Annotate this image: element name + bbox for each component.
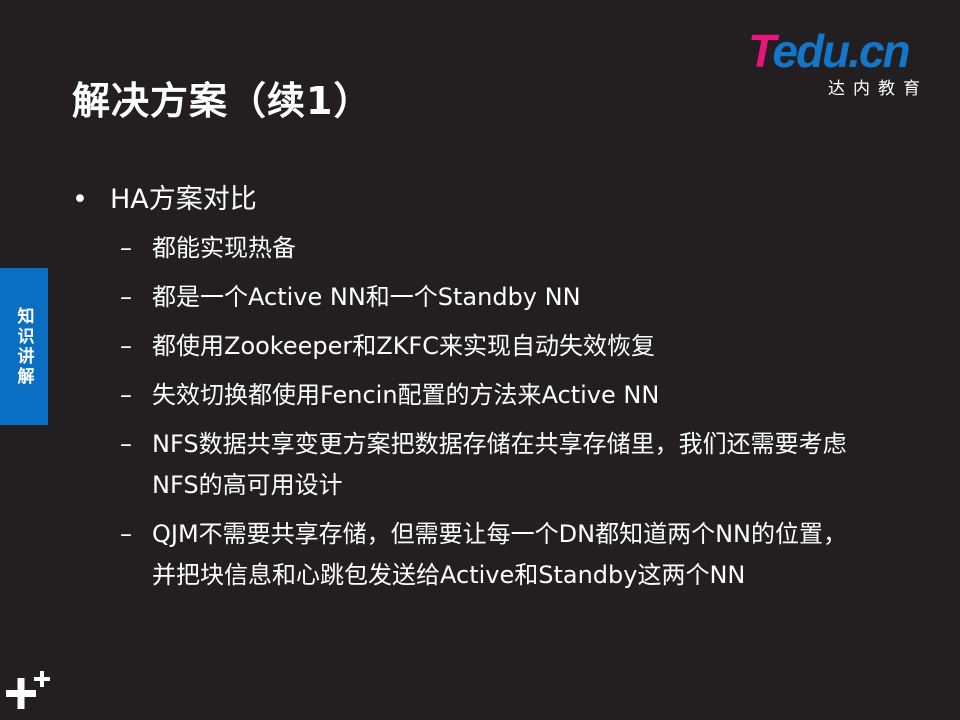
side-tab: 知识讲解 (0, 268, 48, 425)
sub-item: – QJM不需要共享存储，但需要让每一个DN都知道两个NN的位置，并把块信息和心跳… (120, 520, 848, 589)
side-tab-label: 知识讲解 (13, 306, 34, 387)
plus-icon (6, 671, 50, 709)
sub-item: – 失效切换都使用Fencin配置的方法来Active NN (120, 381, 660, 409)
bullet-item: • HA方案对比 (72, 180, 892, 220)
sub-item: – 都使用Zookeeper和ZKFC来实现自动失效恢复 (120, 332, 655, 360)
slide-title: 解决方案（续1） (72, 79, 373, 123)
bullet-text: HA方案对比 (110, 184, 257, 215)
logo-subtitle: 达内教育 (828, 79, 928, 99)
bullet-dot-icon: • (72, 184, 88, 215)
sub-item: – NFS数据共享变更方案把数据存储在共享存储里，我们还需要考虑NFS的高可用设计 (120, 430, 847, 499)
sub-item: – 都是一个Active NN和一个Standby NN (120, 283, 581, 311)
tedu-logo: Tedu.cn 达内教育 (748, 25, 928, 99)
slide-content: • HA方案对比 – 都能实现热备 – 都是一个Active NN和一个Standb… (72, 180, 892, 596)
sub-item: – 都能实现热备 (120, 234, 296, 262)
